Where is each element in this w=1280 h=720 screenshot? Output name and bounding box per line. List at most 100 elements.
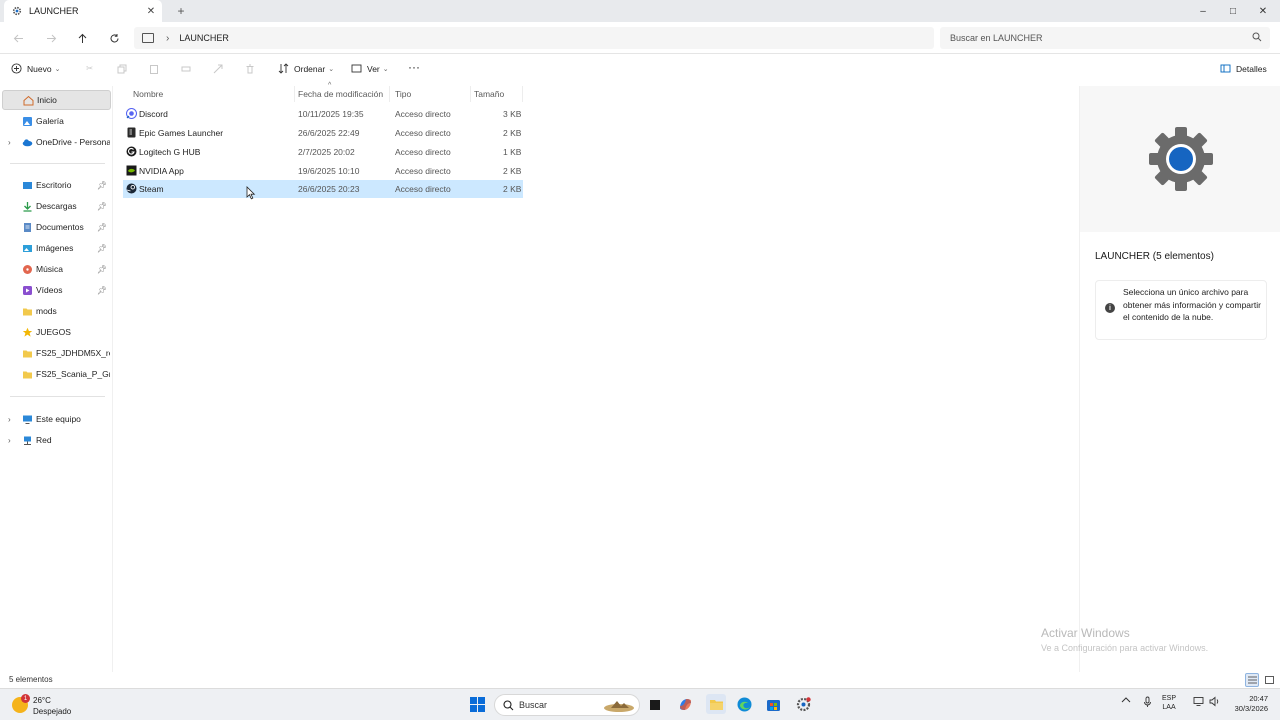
search-highlight-icon [604, 701, 634, 712]
pin-icon[interactable]: 📌︎ [97, 244, 107, 253]
sort-button[interactable]: Ordenar ⌄ [278, 63, 334, 74]
pin-icon[interactable]: 📌︎ [97, 286, 107, 295]
column-header-name[interactable]: Nombre [129, 86, 295, 102]
tiles-view-button[interactable] [1262, 673, 1276, 687]
back-button[interactable] [10, 30, 26, 46]
start-button[interactable] [469, 696, 486, 713]
list-view-icon [1247, 676, 1257, 684]
volume-button[interactable] [1209, 696, 1221, 709]
store-button[interactable] [765, 696, 782, 713]
sidebar-divider [10, 163, 105, 164]
file-row-logitech[interactable]: Logitech G HUB 2/7/2025 20:02 Acceso dir… [123, 143, 523, 161]
paste-button[interactable] [148, 63, 164, 74]
chevron-up-icon [1121, 697, 1131, 703]
sidebar-item-escritorio[interactable]: Escritorio 📌︎ [2, 175, 111, 195]
search-input[interactable]: Buscar en LAUNCHER [940, 27, 1270, 49]
folder-icon [23, 308, 32, 315]
details-view-button[interactable] [1245, 673, 1259, 687]
maximize-button[interactable]: □ [1218, 0, 1248, 22]
task-view-button[interactable] [646, 696, 663, 713]
copilot-icon [680, 699, 691, 710]
rename-button[interactable] [180, 63, 196, 74]
taskbar-clock[interactable]: 20:47 30/3/2026 [1228, 694, 1268, 714]
details-pane-icon [1220, 63, 1231, 74]
chevron-right-icon[interactable]: › [166, 33, 169, 44]
breadcrumb-launcher[interactable]: LAUNCHER [179, 33, 229, 43]
show-hidden-icons-button[interactable] [1121, 696, 1131, 706]
taskbar-search[interactable]: Buscar [494, 694, 640, 716]
tab-close-icon[interactable]: ✕ [144, 4, 158, 18]
settings-app-button[interactable] [795, 696, 812, 713]
sidebar-item-fs25-scania[interactable]: FS25_Scania_P_Grain [2, 364, 111, 384]
refresh-icon [110, 33, 118, 42]
column-header-date[interactable]: Fecha de modificación [294, 86, 390, 102]
pin-icon[interactable]: 📌︎ [97, 265, 107, 274]
sidebar-item-mods[interactable]: mods [2, 301, 111, 321]
sidebar-item-fs25-jdhdm5x[interactable]: FS25_JDHDM5X_redler [2, 343, 111, 363]
sidebar-item-this-pc[interactable]: › Este equipo [2, 409, 111, 429]
new-tab-button[interactable]: + [173, 3, 189, 19]
arrow-left-icon [13, 34, 23, 42]
pin-icon[interactable]: 📌︎ [97, 223, 107, 232]
weather-temperature: 26°C [33, 696, 51, 705]
language-code: ESP [1162, 695, 1177, 702]
file-name: Logitech G HUB [139, 147, 201, 157]
sidebar-item-imagenes[interactable]: Imágenes 📌︎ [2, 238, 111, 258]
info-text: Selecciona un único archivo para obtener… [1123, 287, 1261, 322]
view-button[interactable]: Ver ⌄ [351, 63, 389, 74]
file-list: ^ Nombre Fecha de modificación Tipo Tama… [120, 82, 540, 286]
pin-icon[interactable]: 📌︎ [97, 181, 107, 190]
pin-icon[interactable]: 📌︎ [97, 202, 107, 211]
chevron-right-icon[interactable]: › [8, 138, 11, 147]
image-icon [23, 244, 32, 252]
cut-button[interactable]: ✂ [84, 63, 100, 74]
more-options-button[interactable]: ··· [408, 60, 420, 74]
copy-button[interactable] [116, 63, 132, 74]
sidebar-item-network[interactable]: › Red [2, 430, 111, 450]
refresh-button[interactable] [106, 30, 122, 46]
copy-icon [116, 63, 127, 74]
close-button[interactable]: ✕ [1248, 0, 1278, 22]
computer-icon [23, 415, 32, 424]
sidebar-item-descargas[interactable]: Descargas 📌︎ [2, 196, 111, 216]
sidebar-item-documentos[interactable]: Documentos 📌︎ [2, 217, 111, 237]
chevron-right-icon[interactable]: › [8, 436, 11, 445]
sidebar-item-gallery[interactable]: Galería [2, 111, 111, 131]
sidebar-item-videos[interactable]: Vídeos 📌︎ [2, 280, 111, 300]
network-status-button[interactable] [1193, 696, 1204, 709]
arrow-right-icon [46, 34, 56, 42]
sidebar-item-home[interactable]: Inicio [2, 90, 111, 110]
details-button[interactable]: Detalles [1220, 63, 1267, 74]
delete-button[interactable] [244, 63, 260, 74]
speaker-icon [1209, 696, 1219, 707]
tab-launcher[interactable]: LAUNCHER ✕ [4, 0, 162, 22]
sidebar-item-juegos[interactable]: JUEGOS [2, 322, 111, 342]
address-bar[interactable]: › LAUNCHER [134, 27, 934, 49]
input-language-indicator[interactable]: ESP LAA [1162, 694, 1176, 712]
file-explorer-button[interactable] [706, 694, 726, 714]
microphone-button[interactable] [1143, 696, 1152, 710]
copilot-button[interactable] [677, 696, 694, 713]
sidebar-item-musica[interactable]: Música 📌︎ [2, 259, 111, 279]
file-row-steam[interactable]: Steam 26/6/2025 20:23 Acceso directo 2 K… [123, 180, 523, 198]
chevron-right-icon[interactable]: › [8, 415, 11, 424]
file-type: Acceso directo [395, 166, 451, 176]
activation-watermark-title: Activar Windows [1041, 626, 1130, 640]
minimize-button[interactable]: – [1188, 0, 1218, 22]
file-date: 2/7/2025 20:02 [298, 147, 355, 157]
file-row-discord[interactable]: Discord 10/11/2025 19:35 Acceso directo … [123, 105, 523, 123]
clock-date: 30/3/2026 [1234, 704, 1268, 713]
item-count: 5 elementos [9, 675, 53, 684]
file-row-epic-games[interactable]: Epic Games Launcher 26/6/2025 22:49 Acce… [123, 124, 523, 142]
share-button[interactable] [212, 63, 228, 74]
file-row-nvidia[interactable]: NVIDIA App 19/6/2025 10:10 Acceso direct… [123, 162, 523, 180]
column-header-type[interactable]: Tipo [391, 86, 471, 102]
music-icon [23, 264, 32, 274]
sidebar-item-onedrive[interactable]: › OneDrive - Personal [2, 132, 111, 152]
up-button[interactable] [74, 30, 90, 46]
edge-button[interactable] [736, 696, 753, 713]
column-header-size[interactable]: Tamaño [470, 86, 523, 102]
weather-widget[interactable]: 1 26°C Despejado [12, 692, 92, 718]
new-button[interactable]: Nuevo ⌄ [11, 63, 60, 74]
forward-button[interactable] [43, 30, 59, 46]
